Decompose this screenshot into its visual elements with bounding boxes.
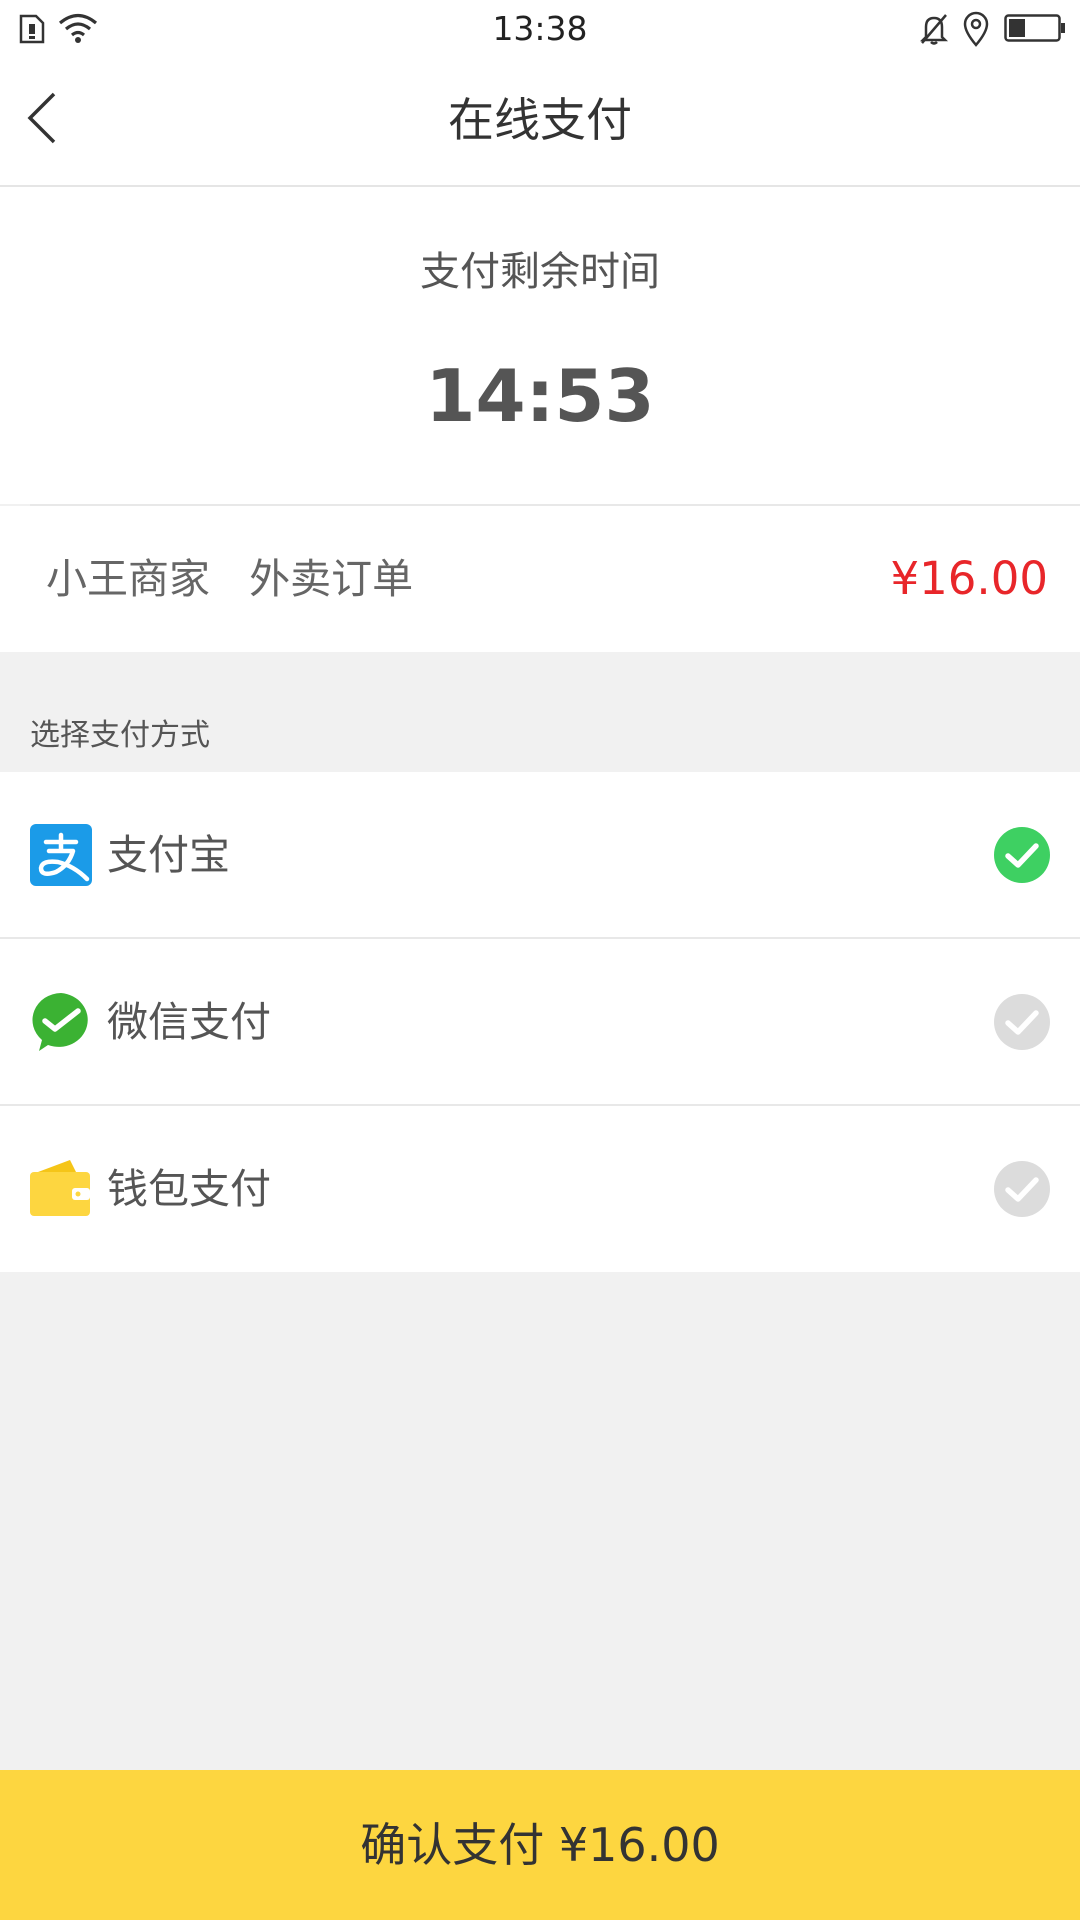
check-selected-icon[interactable] [994, 827, 1050, 883]
location-icon [963, 11, 989, 47]
payment-option-wallet[interactable]: 钱包支付 [0, 1106, 1080, 1272]
wallet-icon [30, 1160, 90, 1216]
payment-option-wechat[interactable]: 微信支付 [0, 939, 1080, 1106]
check-unselected-icon[interactable] [994, 994, 1050, 1050]
countdown-value: 14:53 [425, 354, 655, 438]
payment-section-title: 选择支付方式 [30, 718, 210, 753]
page-title: 在线支付 [448, 93, 632, 147]
order-info: 小王商家 外卖订单 [46, 554, 413, 604]
order-type: 外卖订单 [249, 555, 414, 603]
check-unselected-icon[interactable] [994, 1161, 1050, 1217]
nav-bar: 在线支付 [0, 58, 1080, 187]
merchant-name: 小王商家 [46, 555, 210, 603]
bell-off-icon [919, 14, 949, 45]
order-amount: ¥16.00 [890, 552, 1048, 605]
payment-option-alipay[interactable]: 支付宝 [0, 772, 1080, 939]
status-bar: 13:38 [0, 0, 1080, 58]
alipay-icon [30, 824, 92, 886]
countdown-section: 支付剩余时间 14:53 [0, 187, 1080, 504]
confirm-payment-button[interactable]: 确认支付 ¥16.00 [0, 1770, 1080, 1920]
payment-label: 钱包支付 [107, 1165, 271, 1213]
payment-screen: 13:38 在线支付 支付剩余时间 14:53 小王商家 外卖订单 ¥16.00… [0, 0, 1080, 1920]
wechat-pay-icon [32, 993, 88, 1051]
battery-icon [1004, 14, 1065, 42]
payment-label: 支付宝 [107, 831, 230, 879]
countdown-label: 支付剩余时间 [420, 249, 660, 295]
payment-label: 微信支付 [107, 998, 271, 1046]
order-summary: 小王商家 外卖订单 ¥16.00 [0, 506, 1080, 652]
payment-method-list: 支付宝 微信支付 钱包支付 [0, 772, 1080, 1272]
